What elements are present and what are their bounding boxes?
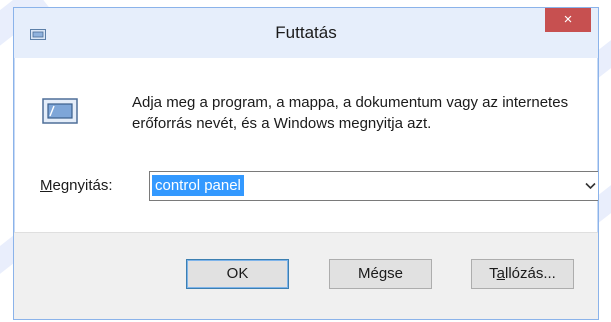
open-combobox[interactable]: control panel [149,171,598,201]
browse-button[interactable]: Tallózás... [471,259,574,289]
run-dialog: Futtatás × Adja meg a program, a mappa, … [13,7,599,320]
cancel-button[interactable]: Mégse [329,259,432,289]
browse-label-accesskey: a [496,265,505,282]
browse-label-end: llózás... [504,265,556,282]
close-button[interactable]: × [545,8,591,32]
button-bar: OK Mégse Tallózás... [14,232,598,319]
chevron-down-icon[interactable] [585,176,596,196]
dialog-description: Adja meg a program, a mappa, a dokumentu… [132,94,569,132]
ok-button[interactable]: OK [186,259,289,289]
open-label-accesskey: M [40,177,53,194]
open-input[interactable]: control panel [152,175,244,196]
close-icon: × [563,11,573,28]
run-dialog-icon [42,98,78,124]
open-label: Megnyitás: [40,177,113,194]
title-bar[interactable]: Futtatás × [14,8,598,58]
dialog-content: Adja meg a program, a mappa, a dokumentu… [22,58,598,232]
dialog-title: Futtatás [275,23,337,42]
page: Futtatás × Adja meg a program, a mappa, … [0,0,611,322]
browse-label-start: T [489,265,497,282]
open-label-text: egnyitás: [52,177,113,194]
